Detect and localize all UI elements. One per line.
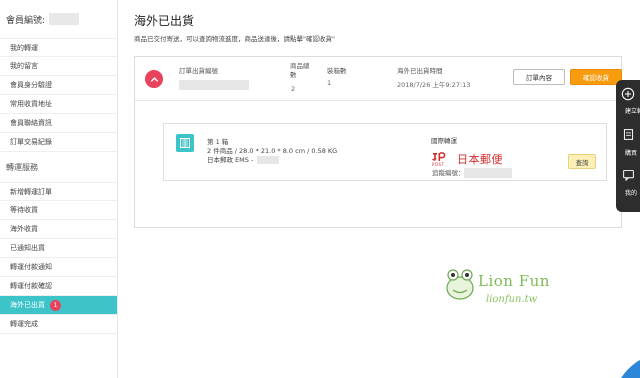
sidebar-item-label: 我的留言 [10,62,38,70]
sidebar-item-identity-verification[interactable]: 會員身分驗證 [0,76,117,95]
chat-icon[interactable] [620,166,636,182]
sidebar-item-my-forwarding[interactable]: 我的轉運 [0,38,117,57]
japan-post-mark-icon: POST [432,151,454,167]
sidebar-item-label: 轉運完成 [10,320,38,328]
sidebar-group-title: 轉運服務 [6,162,38,172]
sidebar-item-label: 海外收貨 [10,225,38,233]
sidebar-item-new-order[interactable]: 新增轉運訂單 [0,182,117,201]
ship-time-value: 2018/7/26 上午9:27:13 [397,81,471,89]
order-number-masked [179,80,249,90]
sidebar-item-label: 新增轉運訂單 [10,187,52,196]
sidebar-item-payment-notice[interactable]: 轉運付款通知 [0,258,117,277]
sidebar-item-overseas-shipped[interactable]: 海外已出貨 1 [0,296,117,315]
sidebar-item-label: 等待收貨 [10,206,38,214]
shipment-box: 第 1 箱 2 件商品 / 28.0 * 21.0 * 8.0 cm / 0.5… [163,123,607,181]
sidebar-account-menu: 我的轉運 我的留言 會員身分驗證 常用收貨地址 會員聯絡資訊 訂單交易紀錄 [0,38,117,152]
product-total-value: 2 [291,85,296,93]
sidebar-item-overseas-received[interactable]: 海外收貨 [0,220,117,239]
sidebar-item-label: 已通知出貨 [10,244,45,252]
member-id-masked [49,13,80,25]
sidebar-item-payment-confirm[interactable]: 轉運付款確認 [0,277,117,296]
carrier-short: 日本郵政 EMS - [207,154,280,164]
box-count-label: 裝箱數 [327,67,347,75]
chevron-up-icon [150,76,158,82]
tracking-label: 追蹤編號： [432,169,465,177]
corner-decoration [621,356,640,378]
confirm-receipt-button[interactable]: 確認收貨 [570,69,622,85]
member-id: 會員編號: [0,0,117,38]
sidebar-item-label: 會員身分驗證 [10,81,52,89]
product-total-label: 商品總 數 [290,62,310,79]
japan-post-name: 日本郵便 [457,153,503,166]
cart-icon[interactable] [620,126,636,142]
watermark-text: Lion Fun [478,272,550,290]
float-label-purchase: 購買 [625,150,638,157]
sidebar: 會員編號: 我的轉運 我的留言 會員身分驗證 常用收貨地址 會員聯絡資訊 訂單交… [0,0,118,378]
add-icon[interactable] [620,86,636,102]
sidebar-item-addresses[interactable]: 常用收貨地址 [0,95,117,114]
sidebar-item-order-history[interactable]: 訂單交易紀錄 [0,133,117,152]
page-title: 海外已出貨 [134,14,195,28]
order-card: 訂單出貨編號 商品總 數 2 裝箱數 1 海外已出貨時間 2018/7/26 上… [134,56,622,228]
sidebar-item-notified-shipping[interactable]: 已通知出貨 [0,239,117,258]
collapse-button[interactable] [145,70,163,88]
member-id-label: 會員編號: [6,15,46,26]
sidebar-item-label: 常用收貨地址 [10,100,52,108]
package-icon [176,134,194,152]
tracking-masked [257,156,280,164]
sidebar-item-label: 訂單交易紀錄 [10,138,52,146]
sidebar-item-contact-info[interactable]: 會員聯絡資訊 [0,114,117,133]
sidebar-item-my-messages[interactable]: 我的留言 [0,57,117,76]
sidebar-item-label: 轉運付款確認 [10,282,52,290]
box-count-value: 1 [327,79,332,87]
order-number-label: 訂單出貨編號 [179,67,218,75]
japan-post-logo: POST 日本郵便 [432,151,503,167]
float-label-mine: 我的 [625,190,638,197]
order-summary-row: 訂單出貨編號 商品總 數 2 裝箱數 1 海外已出貨時間 2018/7/26 上… [135,57,622,101]
track-query-button[interactable]: 查詢 [568,154,596,169]
floating-toolbar: 建立轉運 購買 我的 [616,80,640,212]
ship-time-label: 海外已出貨時間 [397,67,443,75]
sidebar-item-label: 海外已出貨 [10,301,45,309]
sidebar-item-label: 會員聯絡資訊 [10,119,52,127]
tracking-number-masked [464,168,512,178]
count-badge: 1 [50,299,61,311]
sidebar-item-completed[interactable]: 轉運完成 [0,315,117,334]
sidebar-item-label: 我的轉運 [10,43,38,52]
sidebar-forwarding-menu: 新增轉運訂單 等待收貨 海外收貨 已通知出貨 轉運付款通知 轉運付款確認 海外已… [0,182,117,334]
sidebar-item-awaiting-receipt[interactable]: 等待收貨 [0,201,117,220]
sidebar-item-label: 轉運付款通知 [10,263,52,271]
order-detail-button[interactable]: 訂單內容 [513,69,565,85]
float-label-create: 建立轉運 [625,108,640,115]
page-description: 商品已交付寄送，可以查詢物流進度，商品送達後，請點擊"確認收貨" [134,35,335,43]
carrier-label: 國際轉運 [431,137,457,145]
watermark-url: lionfun.tw [486,294,538,305]
